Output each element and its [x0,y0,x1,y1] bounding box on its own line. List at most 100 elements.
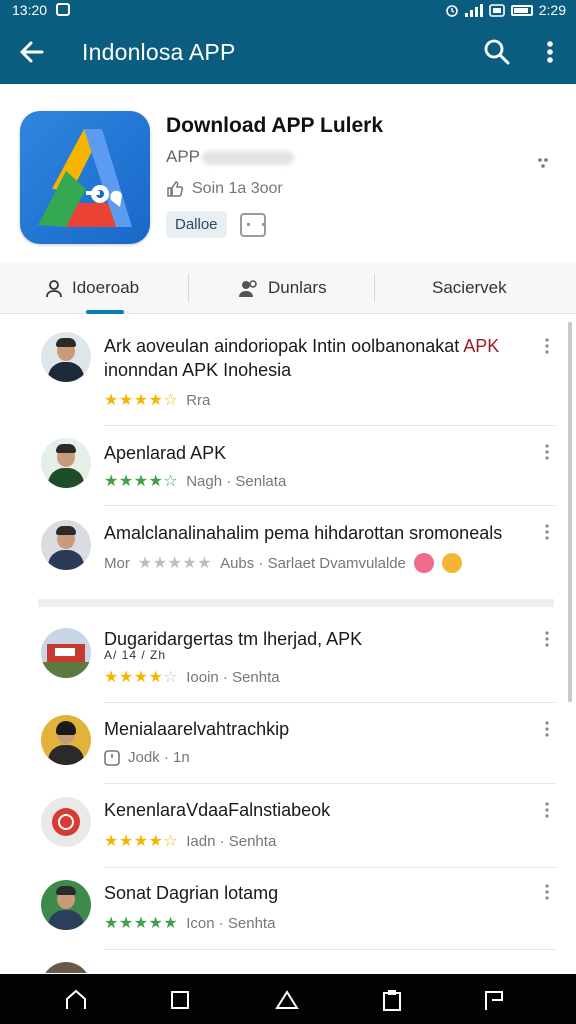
star-rating: ★★★★☆ [104,473,179,490]
tab-label: Dunlars [268,278,327,297]
star-rating: ★★★★★ [137,555,213,572]
review-subtitle: A/ 14 / Zh [104,648,167,662]
review-list: Ark aoveulan aindoriopak Intin oolbanona… [0,318,576,973]
review-title: Ark aoveulan aindoriopak Intin oolbanona… [104,334,514,382]
review-title-highlight: APK [463,336,500,356]
signal-icon [464,3,483,17]
avatar [41,332,91,382]
more-vert-icon[interactable] [541,800,553,820]
install-meta-text: Soin 1a 3oor [192,180,283,197]
square-icon[interactable] [168,988,192,1012]
emoji-icon [441,553,462,573]
page-title: Indonlosa APP [82,39,236,65]
status-bar: 13:20 2:29 [0,0,576,20]
review-title-text: Ark aoveulan aindoriopak Intin oolbanona… [104,336,464,356]
tab-divider [188,274,189,302]
app-header: Download APP Lulerk APP Soin 1a 3oor Dal… [0,84,576,262]
app-logo-icon [20,111,150,244]
list-item[interactable]: Menialaarelvahtrachkip Jodk · 1n [0,703,576,783]
home-icon[interactable] [275,988,299,1012]
review-title: KenenlaraVdaaFalnstiabeok [104,800,331,820]
more-vert-icon[interactable] [541,629,553,649]
more-vert-icon[interactable] [541,882,553,902]
more-vert-icon[interactable] [541,442,553,462]
tab-downloads[interactable]: Dunlars [238,262,327,314]
review-meta: ★★★★★ Icon · Senhta [104,913,275,933]
review-title-line2: inonndan APK Inohesia [104,360,292,380]
active-tab-indicator [86,310,124,314]
status-time: 13:20 [12,2,48,18]
star-rating: ★★★★☆ [104,392,179,409]
thumbs-up-icon [167,181,184,197]
status-right: 2:29 [445,2,566,18]
star-rating: ★★★★★ [104,915,179,932]
review-title: Amalclanalinahalim pema hihdarottan srom… [104,523,503,543]
developer-label: APP [166,147,201,166]
person-icon [46,280,62,298]
alarm-icon [445,5,458,17]
tab-divider [374,274,375,302]
back-arrow-icon[interactable] [16,36,48,68]
review-title: Apenlarad APK [104,443,227,463]
list-item[interactable]: KenenlaraVdaaFalnstiabeok ★★★★☆ Iadn · S… [0,784,576,868]
list-item[interactable]: Dugaridargertas tm lherjad, APK A/ 14 / … [0,610,576,702]
avatar [41,520,91,570]
review-meta: ★★★★☆ Iooin · Senhta [104,667,280,687]
app-bar: Indonlosa APP [0,20,576,84]
category-chip[interactable]: Dalloe [166,211,227,238]
redacted-text [202,150,295,165]
review-title: Menialaarelvahtrachkip [104,719,290,739]
review-meta-text: Nagh · Senlata [186,472,287,490]
clipboard-icon[interactable] [380,988,404,1012]
app-title: Download APP Lulerk [166,114,384,137]
developer-name[interactable]: APP [166,147,295,167]
flag-icon[interactable] [482,988,506,1012]
star-rating: ★★★★☆ [104,833,179,850]
review-meta-text: Aubs · Sarlaet Dvamvulalde [220,554,406,572]
avatar [41,880,91,930]
list-item[interactable]: Ark aoveulan aindoriopak Intin oolbanona… [0,318,576,426]
clock-icon [104,749,120,766]
search-icon[interactable] [481,36,513,68]
more-vert-icon[interactable] [541,336,553,356]
review-meta-text: Icon · Senhta [186,914,276,932]
more-vert-icon[interactable] [541,719,553,739]
review-meta-text: Jodk · 1n [128,749,190,766]
list-item[interactable]: Sonat Dagrian lotamg ★★★★★ Icon · Senhta [0,868,576,950]
review-meta-text: Iadn · Senhta [186,832,277,850]
list-item[interactable]: Amalclanalinahalim pema hihdarottan srom… [0,506,576,594]
battery-icon [510,4,533,16]
emoji-icon [413,553,434,573]
review-meta-text: Iooin · Senhta [186,668,280,686]
review-meta: Jodk · 1n [104,749,190,766]
review-meta: ★★★★☆ Nagh · Senlata [104,471,286,491]
install-meta: Soin 1a 3oor [166,180,283,198]
tab-label: Idoeroab [72,278,140,297]
more-vert-icon[interactable] [538,36,562,68]
system-nav-bar [0,974,576,1024]
list-item[interactable]: Apenlarad APK ★★★★☆ Nagh · Senlata [0,426,576,506]
sim-icon [488,3,505,17]
dots-icon[interactable] [535,156,551,172]
avatar [41,715,91,765]
card-icon[interactable] [240,213,266,237]
avatar [41,962,91,973]
review-meta: Mor ★★★★★ Aubs · Sarlaet Dvamvulalde [104,553,462,573]
review-meta-prefix: Mor [104,554,130,572]
status-time-right: 2:29 [538,2,566,18]
review-meta: ★★★★☆ Rra [104,390,210,410]
home-outline-icon[interactable] [64,988,88,1012]
tab-label: Saciervek [432,278,507,297]
tab-reviews[interactable]: Idoeroab [44,262,139,314]
list-item[interactable] [0,950,576,973]
tab-services[interactable]: Saciervek [432,262,507,314]
people-icon [239,280,257,297]
avatar [41,628,91,678]
notification-app-icon [56,3,70,16]
review-title-text: Dugaridargertas tm lherjad, APK [104,629,363,649]
avatar [41,438,91,488]
review-title: Sonat Dagrian lotamg [104,883,279,903]
tab-bar: Idoeroab Dunlars Saciervek [0,262,576,314]
avatar [41,797,91,847]
more-vert-icon[interactable] [541,522,553,542]
